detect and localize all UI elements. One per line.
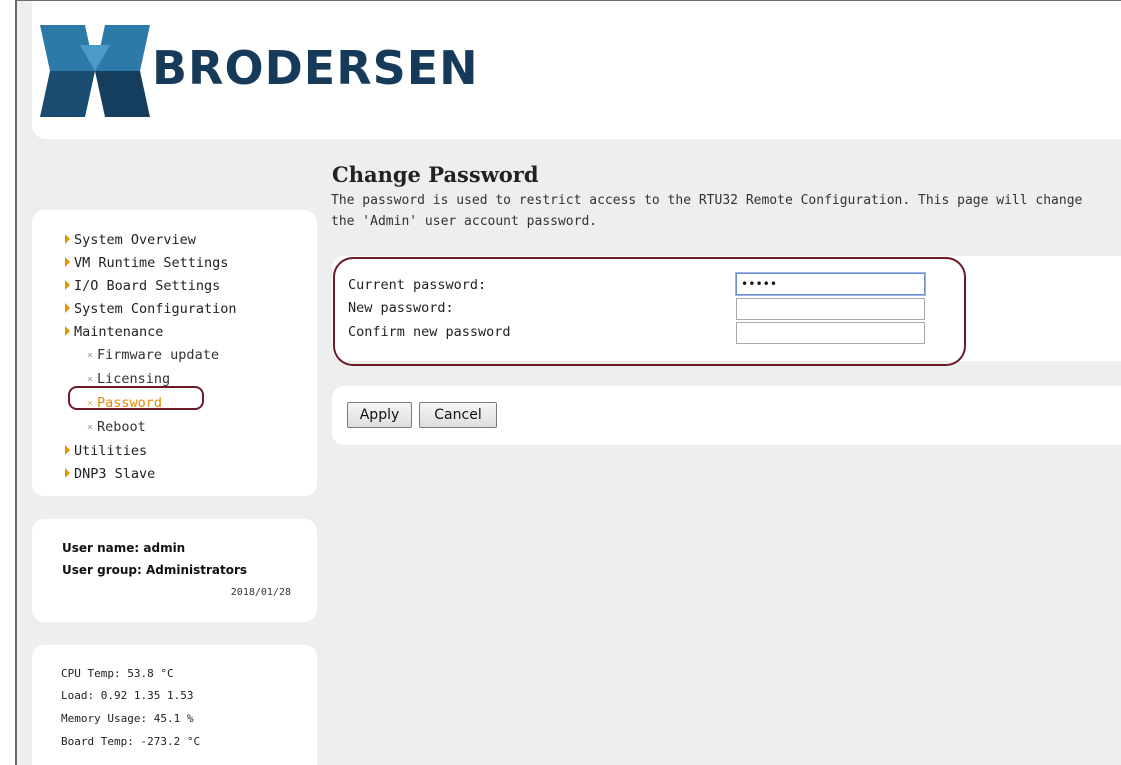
- brodersen-logo-icon: [40, 25, 150, 121]
- page-description: The password is used to restrict access …: [331, 193, 1083, 229]
- sidebar-item-label: I/O Board Settings: [74, 278, 221, 294]
- brand-name: BRODERSEN: [152, 41, 479, 95]
- chevron-right-icon: [65, 234, 70, 244]
- sidebar-item-label: System Overview: [74, 232, 196, 248]
- new-password-label: New password:: [348, 300, 454, 316]
- bullet-icon: ×: [87, 374, 94, 385]
- sidebar-item-firmware-update[interactable]: × Firmware update: [65, 344, 237, 368]
- chevron-right-icon: [65, 445, 70, 455]
- memory-usage: Memory Usage: 45.1 %: [61, 712, 194, 725]
- sidebar-nav: System Overview VM Runtime Settings I/O Bo…: [32, 210, 317, 496]
- chevron-right-icon: [65, 326, 70, 336]
- user-group: User group: Administrators: [62, 563, 248, 577]
- sidebar-item-reboot[interactable]: × Reboot: [65, 416, 237, 440]
- password-highlight-annotation: [68, 386, 204, 410]
- new-password-input[interactable]: [736, 298, 925, 320]
- bullet-icon: ×: [87, 350, 94, 361]
- sidebar-item-label: DNP3 Slave: [74, 466, 156, 482]
- user-info-panel: User name: admin User group: Administrat…: [32, 519, 317, 622]
- cancel-button[interactable]: Cancel: [419, 402, 497, 428]
- sidebar-item-vm-runtime-settings[interactable]: VM Runtime Settings: [65, 252, 237, 275]
- nav-list: System Overview VM Runtime Settings I/O Bo…: [65, 229, 237, 486]
- chevron-right-icon: [65, 468, 70, 478]
- load-average: Load: 0.92 1.35 1.53: [61, 689, 194, 702]
- current-password-label: Current password:: [348, 277, 487, 293]
- sidebar-item-label: VM Runtime Settings: [74, 255, 229, 271]
- sidebar-item-system-overview[interactable]: System Overview: [65, 229, 237, 252]
- user-name: User name: admin: [62, 541, 186, 555]
- confirm-password-label: Confirm new password: [348, 324, 511, 340]
- sidebar-item-label: Firmware update: [97, 347, 219, 363]
- sidebar-item-system-configuration[interactable]: System Configuration: [65, 298, 237, 321]
- chevron-right-icon: [65, 280, 70, 290]
- system-stats-panel: CPU Temp: 53.8 °C Load: 0.92 1.35 1.53 M…: [32, 645, 317, 765]
- apply-button[interactable]: Apply: [347, 402, 412, 428]
- chevron-right-icon: [65, 303, 70, 313]
- sidebar-item-label: System Configuration: [74, 301, 237, 317]
- user-date: 2018/01/28: [230, 587, 291, 598]
- sidebar-item-utilities[interactable]: Utilities: [65, 440, 237, 463]
- current-password-input[interactable]: [736, 273, 925, 295]
- cpu-temp: CPU Temp: 53.8 °C: [61, 667, 174, 680]
- bullet-icon: ×: [87, 422, 94, 433]
- sidebar-item-maintenance[interactable]: Maintenance: [65, 321, 237, 344]
- sidebar-item-label: Reboot: [97, 419, 146, 435]
- sidebar-item-label: Maintenance: [74, 324, 164, 340]
- confirm-password-input[interactable]: [736, 322, 925, 344]
- board-temp: Board Temp: -273.2 °C: [61, 735, 201, 748]
- sidebar-item-label: Licensing: [97, 371, 171, 387]
- chevron-right-icon: [65, 257, 70, 267]
- sidebar-item-dnp3-slave[interactable]: DNP3 Slave: [65, 463, 237, 486]
- sidebar-item-i-o-board-settings[interactable]: I/O Board Settings: [65, 275, 237, 298]
- page-title: Change Password: [332, 162, 539, 187]
- sidebar-item-label: Utilities: [74, 443, 148, 459]
- header: BRODERSEN: [32, 1, 1121, 139]
